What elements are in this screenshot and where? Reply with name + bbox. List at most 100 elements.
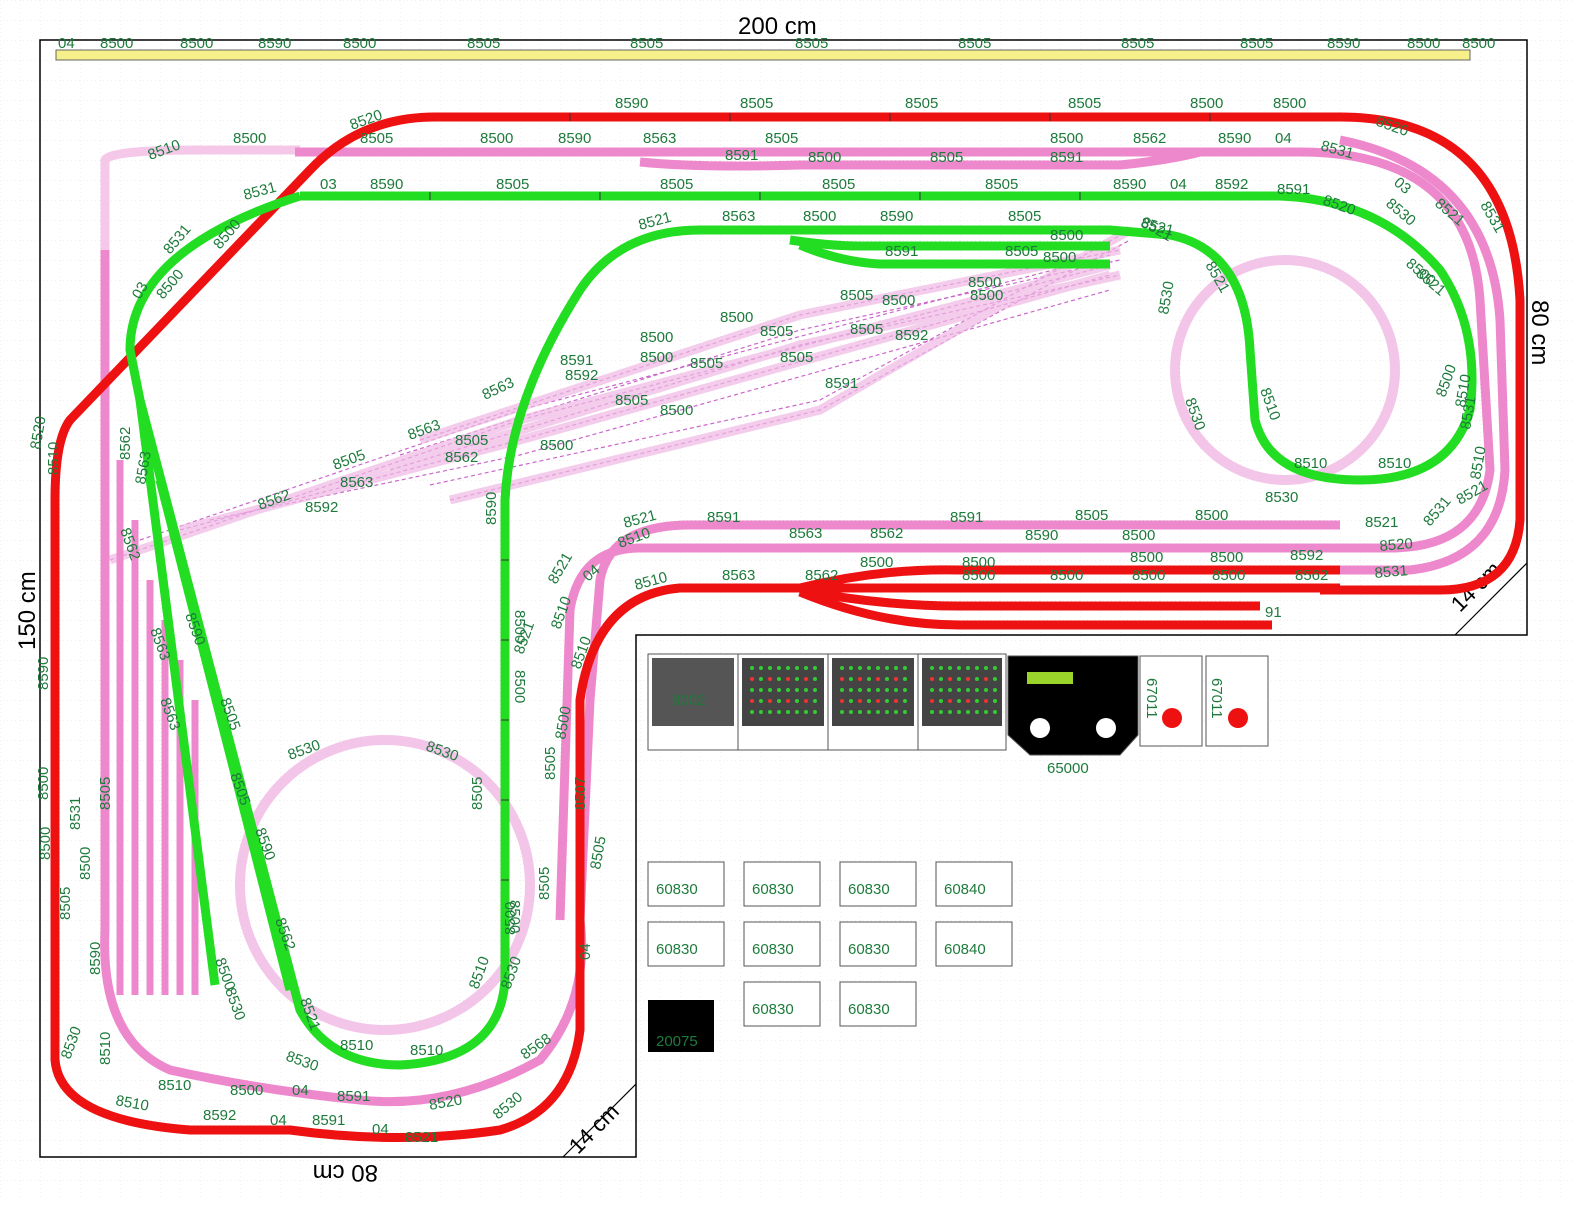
keyboard-button-dot	[984, 688, 988, 692]
track-label-top-red: 8500	[1190, 95, 1223, 112]
track-label-green-row3: 8505	[1005, 243, 1038, 260]
track-label-mid-dashed: 8592	[565, 367, 598, 384]
keyboard-button-dot	[849, 710, 853, 714]
keyboard-button-dot	[894, 677, 898, 681]
track-label-green-row3: 8591	[885, 243, 918, 260]
keyboard-button-dot	[894, 688, 898, 692]
track-label-pink-row1b: 8591	[1050, 149, 1083, 166]
track-label-lower-right: 8563	[789, 525, 822, 542]
track-label-bottom: 8521	[405, 1129, 438, 1146]
decoder-label: 60830	[848, 941, 890, 958]
keyboard-button-dot	[894, 710, 898, 714]
track-label-mid-dashed: 8505	[850, 321, 883, 338]
yellow-track-label: 8505	[1240, 35, 1273, 52]
track-label-top-red: 8500	[1273, 95, 1306, 112]
track-label-green-row1: 04	[1170, 176, 1187, 193]
keyboard-button-dot	[849, 699, 853, 703]
keyboard-button-dot	[993, 677, 997, 681]
keyboard-button-dot	[858, 666, 862, 670]
decoder-label: 60840	[944, 881, 986, 898]
keyboard-button-dot	[804, 710, 808, 714]
track-label-bottom: 8500	[230, 1082, 263, 1099]
track-label-pink-row1: 8590	[1218, 130, 1251, 147]
keyboard-button-dot	[795, 710, 799, 714]
track-label-left-labels: 8590	[87, 942, 104, 975]
track-label-pink-row1b: 8591	[725, 147, 758, 164]
track-label-green-row1: 8505	[496, 176, 529, 193]
yellow-track-label: 8500	[1407, 35, 1440, 52]
track-label-lower-mid: 04	[577, 943, 594, 960]
track-label-left-labels: 8505	[97, 777, 114, 810]
keyboard-button-dot	[966, 710, 970, 714]
keyboard-button-dot	[858, 688, 862, 692]
keyboard-button-dot	[750, 688, 754, 692]
keyboard-button-dot	[840, 699, 844, 703]
decoder-label: 60830	[752, 1001, 794, 1018]
track-label-green-row1: 8505	[822, 176, 855, 193]
keyboard-button-dot	[984, 677, 988, 681]
keyboard-button-dot	[939, 666, 943, 670]
track-label-lower-right: 8500	[1050, 567, 1083, 584]
track-label-left-labels: 8500	[35, 767, 52, 800]
keyboard-button-dot	[876, 666, 880, 670]
keyboard-button-dot	[804, 699, 808, 703]
keyboard-button-dot	[939, 699, 943, 703]
track-label-bottom: 8592	[203, 1107, 236, 1124]
track-label-lower-mid: 8507	[572, 777, 589, 810]
keyboard-button-dot	[840, 688, 844, 692]
keyboard-button-dot	[804, 666, 808, 670]
keyboard-button-dot	[948, 688, 952, 692]
dim-left: 150 cm	[14, 571, 41, 650]
keyboard-2-panel	[832, 658, 914, 726]
mobile-station-knob-right	[1096, 718, 1116, 738]
dim-right: 80 cm	[1526, 300, 1553, 365]
track-label-mid-dashed: 8505	[760, 323, 793, 340]
track-label-pink-row1: 8562	[1133, 130, 1166, 147]
keyboard-button-dot	[876, 677, 880, 681]
keyboard-button-dot	[840, 677, 844, 681]
keyboard-button-dot	[975, 677, 979, 681]
keyboard-button-dot	[930, 710, 934, 714]
keyboard-button-dot	[750, 677, 754, 681]
keyboard-button-dot	[867, 710, 871, 714]
keyboard-button-dot	[885, 710, 889, 714]
yellow-track-label: 8500	[180, 35, 213, 52]
track-label-mid-dashed: 8505	[690, 355, 723, 372]
keyboard-button-dot	[975, 710, 979, 714]
keyboard-button-dot	[903, 688, 907, 692]
keyboard-button-dot	[795, 677, 799, 681]
keyboard-button-dot	[858, 677, 862, 681]
keyboard-button-dot	[867, 688, 871, 692]
keyboard-button-dot	[903, 666, 907, 670]
track-label-green-row2: 8505	[1008, 208, 1041, 225]
decoder-label: 60830	[656, 941, 698, 958]
track-label-mid-dashed: 8500	[640, 349, 673, 366]
track-label-lower-mid: 8590	[483, 492, 500, 525]
yellow-track-label: 8500	[1462, 35, 1495, 52]
track-label-green-row1: 8505	[985, 176, 1018, 193]
decoder-label: 60830	[656, 881, 698, 898]
keyboard-button-dot	[930, 677, 934, 681]
yellow-track-label: 04	[58, 35, 75, 52]
keyboard-button-dot	[993, 699, 997, 703]
track-label-left-labels: 8510	[97, 1032, 114, 1065]
keyboard-button-dot	[930, 666, 934, 670]
track-label-lower-right: 8591	[950, 509, 983, 526]
track-label-right-labels: 8530	[1265, 489, 1298, 506]
keyboard-button-dot	[768, 666, 772, 670]
keyboard-button-dot	[813, 666, 817, 670]
keyboard-button-dot	[777, 710, 781, 714]
track-label-mid-dashed: 8505	[615, 392, 648, 409]
keyboard-button-dot	[849, 688, 853, 692]
mobile-station-knob-left	[1030, 718, 1050, 738]
track-label-left-labels: 8505	[57, 887, 74, 920]
track-label-green-row2: 8500	[1050, 227, 1083, 244]
equipment-65000-label: 65000	[1047, 760, 1089, 777]
track-label-green-row1: 8591	[1277, 181, 1310, 198]
track-label-lower-right: 8500	[1212, 567, 1245, 584]
keyboard-button-dot	[876, 699, 880, 703]
keyboard-button-dot	[768, 710, 772, 714]
keyboard-button-dot	[939, 710, 943, 714]
keyboard-button-dot	[786, 677, 790, 681]
track-label-lower-left: 8562	[117, 427, 134, 460]
